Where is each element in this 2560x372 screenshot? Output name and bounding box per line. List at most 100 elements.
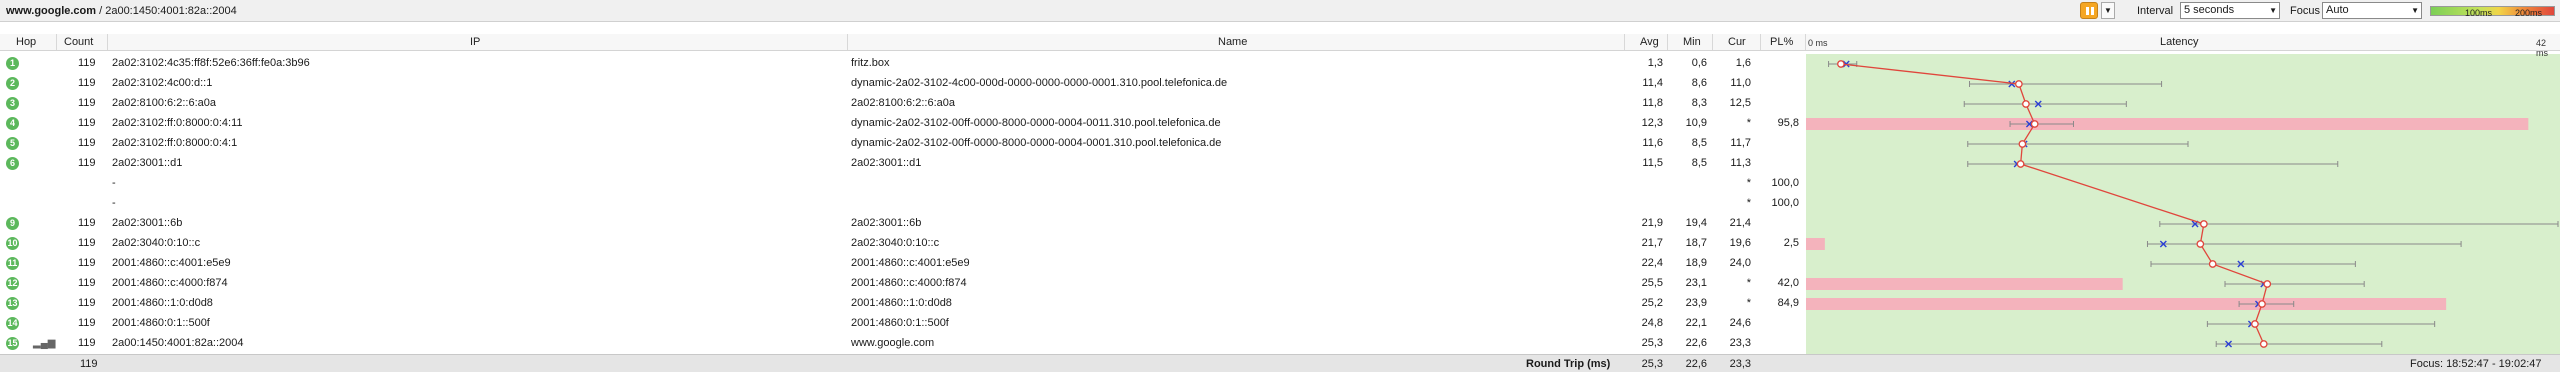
- row-count: 119: [78, 257, 96, 269]
- focus-value: Auto: [2326, 4, 2349, 16]
- table-row[interactable]: 13 119 2001:4860::1:0:d0d8 2001:4860::1:0:d…: [0, 294, 1805, 314]
- row-count: 119: [78, 337, 96, 349]
- col-name[interactable]: Name: [1218, 36, 1247, 48]
- row-ip: 2a02:3040:0:10::c: [112, 237, 201, 249]
- row-min: 8,3: [1691, 97, 1707, 109]
- row-ip: -: [112, 197, 116, 209]
- toolbar: www.google.com / 2a00:1450:4001:82a::200…: [0, 0, 2560, 22]
- latency-graph: 0 ms: [1806, 23, 2560, 354]
- row-ip: 2a02:3102:ff:0:8000:0:4:11: [112, 117, 243, 129]
- interval-select[interactable]: 5 seconds ▼: [2180, 2, 2280, 19]
- row-cur: *: [1746, 197, 1751, 209]
- hop-badge: 11: [6, 257, 19, 270]
- latency-avg-point: [2015, 80, 2023, 88]
- row-pl: 42,0: [1777, 277, 1799, 289]
- row-name: 2001:4860:0:1::500f: [851, 317, 949, 329]
- row-name: dynamic-2a02-3102-00ff-0000-8000-0000-00…: [851, 137, 1222, 149]
- hop-badge: 15: [6, 337, 19, 350]
- chevron-down-icon: ▼: [2269, 6, 2277, 15]
- table-row[interactable]: 9 119 2a02:3001::6b 2a02:3001::6b 21,9 19,4 21…: [0, 214, 1805, 234]
- row-name: fritz.box: [851, 57, 890, 69]
- row-ip: 2a02:3102:4c00:d::1: [112, 77, 213, 89]
- footer-count: 119: [80, 358, 98, 370]
- row-cur: 24,6: [1729, 317, 1751, 329]
- hop-badge: 5: [6, 137, 19, 150]
- row-min: 8,5: [1691, 137, 1707, 149]
- row-name: 2001:4860::c:4000:f874: [851, 277, 967, 289]
- row-avg: 21,9: [1641, 217, 1663, 229]
- latency-avg-point: [2259, 340, 2268, 348]
- col-cur[interactable]: Cur: [1728, 36, 1746, 48]
- row-min: 18,9: [1685, 257, 1707, 269]
- col-min[interactable]: Min: [1683, 36, 1701, 48]
- row-ip: 2a02:3001::d1: [112, 157, 183, 169]
- table-row[interactable]: 4 119 2a02:3102:ff:0:8000:0:4:11 dynamic-2a…: [0, 114, 1805, 134]
- latency-max-label: 42 ms: [2536, 38, 2548, 58]
- hop-badge: 3: [6, 97, 19, 110]
- bar-chart-icon[interactable]: ▂▄▆: [33, 338, 55, 349]
- row-count: 119: [78, 117, 96, 129]
- row-avg: 25,3: [1641, 337, 1663, 349]
- chevron-down-icon[interactable]: ▼: [2101, 2, 2115, 19]
- table-row[interactable]: 10 119 2a02:3040:0:10::c 2a02:3040:0:10::c 2…: [0, 234, 1805, 254]
- hop-badge: 6: [6, 157, 19, 170]
- row-name: dynamic-2a02-3102-00ff-0000-8000-0000-00…: [851, 117, 1221, 129]
- latency-avg-point: [2196, 240, 2205, 248]
- table-row[interactable]: 12 119 2001:4860::c:4000:f874 2001:4860::c:…: [0, 274, 1805, 294]
- row-count: 119: [78, 317, 96, 329]
- table-row[interactable]: 14 119 2001:4860:0:1::500f 2001:4860:0:1::5…: [0, 314, 1805, 334]
- row-name: 2a02:3040:0:10::c: [851, 237, 940, 249]
- row-avg: 25,2: [1641, 297, 1663, 309]
- row-cur: 12,5: [1729, 97, 1751, 109]
- table-row[interactable]: 5 119 2a02:3102:ff:0:8000:0:4:1 dynamic-2a0…: [0, 134, 1805, 154]
- row-pl: 100,0: [1771, 177, 1799, 189]
- table-row[interactable]: 1 119 2a02:3102:4c35:ff8f:52e6:36ff:fe0a:3…: [0, 54, 1805, 74]
- row-pl: 2,5: [1783, 237, 1799, 249]
- row-min: 23,9: [1685, 297, 1707, 309]
- table-row[interactable]: 2 119 2a02:3102:4c00:d::1 dynamic-2a02-3102…: [0, 74, 1805, 94]
- row-count: 119: [78, 237, 96, 249]
- table-row[interactable]: 6 119 2a02:3001::d1 2a02:3001::d1 11,5 8,5 11,…: [0, 154, 1805, 174]
- latency-avg-point: [1837, 60, 1845, 68]
- target-title: www.google.com / 2a00:1450:4001:82a::200…: [6, 5, 237, 17]
- col-hop[interactable]: Hop: [16, 36, 36, 48]
- row-name: 2a02:3001::6b: [851, 217, 922, 229]
- row-ip: 2001:4860::c:4000:f874: [112, 277, 228, 289]
- row-cur: *: [1746, 177, 1751, 189]
- latency-avg-point: [2200, 220, 2208, 228]
- latency-avg-point: [2016, 160, 2025, 168]
- row-avg: 11,4: [1642, 77, 1663, 89]
- row-pl: 84,9: [1777, 297, 1799, 309]
- table-row[interactable]: 15 ▂▄▆ 119 2a00:1450:4001:82a::2004 www.goog…: [0, 334, 1805, 354]
- row-cur: 21,4: [1729, 217, 1751, 229]
- row-cur: *: [1746, 277, 1751, 289]
- footer-round-trip-label: Round Trip (ms): [1526, 358, 1611, 370]
- focus-select[interactable]: Auto ▼: [2322, 2, 2422, 19]
- interval-value: 5 seconds: [2184, 4, 2235, 16]
- row-avg: 11,8: [1642, 97, 1663, 109]
- pause-icon[interactable]: [2080, 2, 2098, 19]
- packet-loss-bar: [1806, 298, 2447, 310]
- col-count[interactable]: Count: [64, 36, 93, 48]
- row-count: 119: [78, 137, 96, 149]
- row-name: 2a02:8100:6:2::6:a0a: [851, 97, 955, 109]
- table-row[interactable]: 3 119 2a02:8100:6:2::6:a0a 2a02:8100:6:2::6…: [0, 94, 1805, 114]
- table-row[interactable]: 11 119 2001:4860::c:4001:e5e9 2001:4860::c:…: [0, 254, 1805, 274]
- row-min: 0,6: [1691, 57, 1707, 69]
- col-ip[interactable]: IP: [470, 36, 480, 48]
- row-ip: 2a02:3102:ff:0:8000:0:4:1: [112, 137, 238, 149]
- table-row[interactable]: - * 100,0: [0, 174, 1805, 194]
- col-latency[interactable]: Latency: [2160, 36, 2199, 48]
- latency-avg-point: [2022, 100, 2030, 108]
- target-address: / 2a00:1450:4001:82a::2004: [96, 5, 237, 17]
- row-avg: 1,3: [1647, 57, 1663, 69]
- row-name: www.google.com: [851, 337, 935, 349]
- col-avg[interactable]: Avg: [1640, 36, 1659, 48]
- col-pl[interactable]: PL%: [1770, 36, 1793, 48]
- chevron-down-icon: ▼: [2411, 6, 2419, 15]
- table-row[interactable]: - * 100,0: [0, 194, 1805, 214]
- row-count: 119: [78, 77, 96, 89]
- latency-avg-point: [2258, 300, 2266, 308]
- row-name: 2001:4860::c:4001:e5e9: [851, 257, 970, 269]
- row-min: 23,1: [1685, 277, 1707, 289]
